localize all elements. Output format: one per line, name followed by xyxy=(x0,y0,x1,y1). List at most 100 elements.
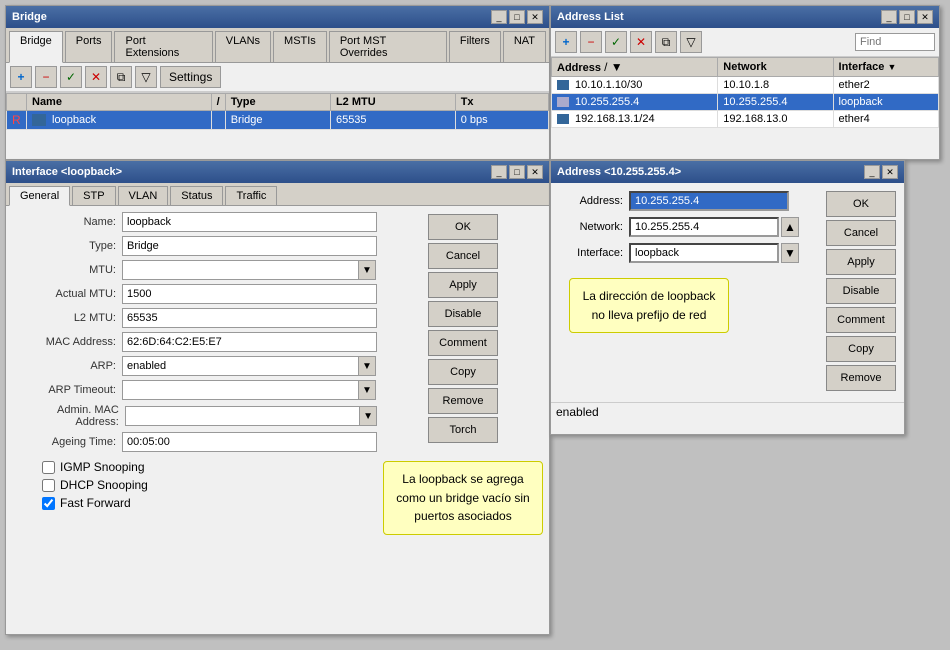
addr-remove-button[interactable]: Remove xyxy=(826,365,896,391)
addr-address-input[interactable] xyxy=(629,191,789,211)
interface-content: Name: Type: MTU: ▼ Actual MTU: L2 MTU: xyxy=(6,206,549,541)
ageing-input[interactable] xyxy=(122,432,377,452)
addr-value-2: 10.255.255.4 xyxy=(552,94,718,111)
x-btn[interactable]: ✕ xyxy=(85,66,107,88)
addr-cancel-button[interactable]: Cancel xyxy=(826,220,896,246)
dhcp-checkbox[interactable] xyxy=(42,479,55,492)
tab-vlan[interactable]: VLAN xyxy=(118,186,169,205)
arp-timeout-input[interactable] xyxy=(122,380,359,400)
addr-x-btn[interactable]: ✕ xyxy=(630,31,652,53)
arp-row: ARP: ▼ xyxy=(12,356,377,376)
filter-btn[interactable]: ▽ xyxy=(135,66,157,88)
bridge-minimize[interactable]: _ xyxy=(491,10,507,24)
actual-mtu-row: Actual MTU: xyxy=(12,284,377,304)
tab-status[interactable]: Status xyxy=(170,186,223,205)
addr-disable-button[interactable]: Disable xyxy=(826,278,896,304)
addr-tooltip: La dirección de loopback no lleva prefij… xyxy=(569,278,729,333)
check-btn[interactable]: ✓ xyxy=(60,66,82,88)
tab-ports[interactable]: Ports xyxy=(65,31,113,62)
bridge-controls: _ □ ✕ xyxy=(491,10,543,24)
actual-mtu-input[interactable] xyxy=(122,284,377,304)
addr-comment-button[interactable]: Comment xyxy=(826,307,896,333)
copy-btn[interactable]: ⧉ xyxy=(110,66,132,88)
col-marker xyxy=(7,94,27,111)
col-tx: Tx xyxy=(455,94,548,111)
tab-stp[interactable]: STP xyxy=(72,186,115,205)
addr-apply-button[interactable]: Apply xyxy=(826,249,896,275)
addr-filter-btn[interactable]: ▽ xyxy=(680,31,702,53)
arp-label: ARP: xyxy=(12,360,122,372)
addr-detail-close[interactable]: ✕ xyxy=(882,165,898,179)
addr-check-btn[interactable]: ✓ xyxy=(605,31,627,53)
addr-network-up-btn[interactable]: ▲ xyxy=(781,217,799,237)
add-btn[interactable]: + xyxy=(10,66,32,88)
addr-remove-btn[interactable]: − xyxy=(580,31,602,53)
addr-interface-dropdown-btn[interactable]: ▼ xyxy=(781,243,799,263)
address-search-input[interactable] xyxy=(855,33,935,51)
checkboxes-area: IGMP Snooping DHCP Snooping Fast Forward xyxy=(12,460,377,510)
tab-vlans[interactable]: VLANs xyxy=(215,31,271,62)
bridge-close[interactable]: ✕ xyxy=(527,10,543,24)
copy-button[interactable]: Copy xyxy=(428,359,498,385)
interface-tooltip: La loopback se agrega como un bridge vac… xyxy=(383,461,543,535)
cancel-button[interactable]: Cancel xyxy=(428,243,498,269)
admin-mac-dropdown-arrow[interactable]: ▼ xyxy=(359,406,377,426)
comment-button[interactable]: Comment xyxy=(428,330,498,356)
address-detail-window: Address <10.255.255.4> _ ✕ Address: Netw… xyxy=(550,160,905,435)
arp-timeout-dropdown-arrow[interactable]: ▼ xyxy=(358,380,376,400)
bridge-maximize[interactable]: □ xyxy=(509,10,525,24)
addr-address-label: Address: xyxy=(559,195,629,207)
addr-detail-minimize[interactable]: _ xyxy=(864,165,880,179)
admin-mac-input[interactable] xyxy=(125,406,360,426)
mtu-dropdown-arrow[interactable]: ▼ xyxy=(358,260,376,280)
remove-button[interactable]: Remove xyxy=(428,388,498,414)
address-list-titlebar: Address List _ □ ✕ xyxy=(551,6,939,28)
settings-btn[interactable]: Settings xyxy=(160,66,221,88)
addr-row-1[interactable]: 10.10.1.10/30 10.10.1.8 ether2 xyxy=(552,77,939,94)
arp-input[interactable] xyxy=(122,356,359,376)
addr-add-btn[interactable]: + xyxy=(555,31,577,53)
mac-input[interactable] xyxy=(122,332,377,352)
iface-value-3: ether4 xyxy=(833,111,938,128)
tab-traffic[interactable]: Traffic xyxy=(225,186,277,205)
name-input[interactable] xyxy=(122,212,377,232)
bridge-title: Bridge xyxy=(12,11,47,23)
addr-list-close[interactable]: ✕ xyxy=(917,10,933,24)
addr-row-3[interactable]: 192.168.13.1/24 192.168.13.0 ether4 xyxy=(552,111,939,128)
addr-list-maximize[interactable]: □ xyxy=(899,10,915,24)
disable-button[interactable]: Disable xyxy=(428,301,498,327)
addr-interface-input[interactable] xyxy=(629,243,779,263)
ok-button[interactable]: OK xyxy=(428,214,498,240)
addr-ok-button[interactable]: OK xyxy=(826,191,896,217)
type-input[interactable] xyxy=(122,236,377,256)
addr-copy-btn[interactable]: ⧉ xyxy=(655,31,677,53)
tab-filters[interactable]: Filters xyxy=(449,31,501,62)
igmp-checkbox[interactable] xyxy=(42,461,55,474)
col-type: Type xyxy=(225,94,330,111)
mtu-input[interactable] xyxy=(122,260,359,280)
row-name: loopback xyxy=(27,111,212,130)
tab-mstis[interactable]: MSTIs xyxy=(273,31,327,62)
arp-dropdown-arrow[interactable]: ▼ xyxy=(358,356,376,376)
fast-forward-checkbox[interactable] xyxy=(42,497,55,510)
l2mtu-input[interactable] xyxy=(122,308,377,328)
igmp-label: IGMP Snooping xyxy=(60,460,145,474)
interface-minimize[interactable]: _ xyxy=(491,165,507,179)
tab-bridge[interactable]: Bridge xyxy=(9,31,63,63)
tab-nat[interactable]: NAT xyxy=(503,31,546,62)
table-row[interactable]: R loopback Bridge 65535 0 bps xyxy=(7,111,549,130)
addr-copy-button[interactable]: Copy xyxy=(826,336,896,362)
remove-btn[interactable]: − xyxy=(35,66,57,88)
torch-button[interactable]: Torch xyxy=(428,417,498,443)
tab-general[interactable]: General xyxy=(9,186,70,206)
tab-port-mst[interactable]: Port MST Overrides xyxy=(329,31,447,62)
tab-port-extensions[interactable]: Port Extensions xyxy=(114,31,212,62)
interface-maximize[interactable]: □ xyxy=(509,165,525,179)
apply-button[interactable]: Apply xyxy=(428,272,498,298)
dhcp-label: DHCP Snooping xyxy=(60,478,148,492)
address-list-controls: _ □ ✕ xyxy=(881,10,933,24)
interface-close[interactable]: ✕ xyxy=(527,165,543,179)
addr-row-2[interactable]: 10.255.255.4 10.255.255.4 loopback xyxy=(552,94,939,111)
addr-network-input[interactable] xyxy=(629,217,779,237)
addr-list-minimize[interactable]: _ xyxy=(881,10,897,24)
